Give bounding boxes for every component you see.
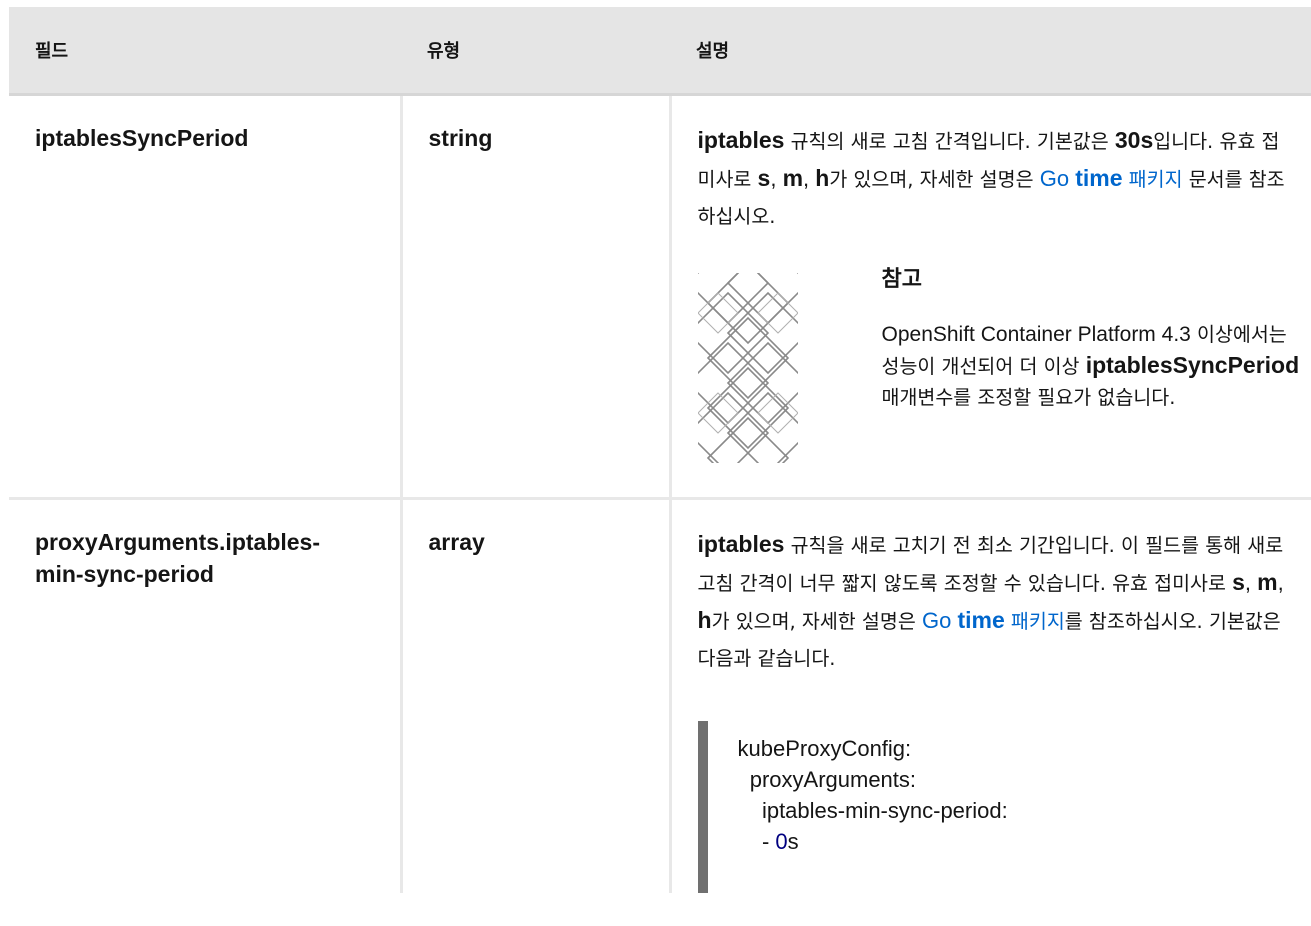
suffix-h: h <box>815 165 830 191</box>
type-name: array <box>428 529 485 555</box>
field-name-line: min-sync-period <box>35 561 214 587</box>
table-row: iptablesSyncPeriod string iptables 규칙의 새… <box>9 94 1311 500</box>
code-term: iptables <box>697 127 785 153</box>
table-header: 필드 유형 설명 <box>9 7 1311 96</box>
code-content[interactable]: kubeProxyConfig: proxyArguments: iptable… <box>738 733 1008 857</box>
default-value: 30s <box>1114 127 1154 153</box>
note-body: 참고 OpenShift Container Platform 4.3 이상에서… <box>882 265 1302 413</box>
description-text: iptables 규칙의 새로 고침 간격입니다. 기본값은 30s입니다. 유… <box>698 122 1292 235</box>
field-name: iptablesSyncPeriod <box>35 125 249 151</box>
separator: , <box>770 166 783 191</box>
code-line: iptables-min-sync-period: <box>737 798 1008 823</box>
document-page: 필드 유형 설명 iptablesSyncPeriod string iptab… <box>9 7 1311 926</box>
field-name: proxyArguments.iptables-min-sync-period <box>35 526 380 590</box>
note-title: 참고 <box>881 267 922 292</box>
link-text: 패키지 <box>1122 168 1183 191</box>
type-name: string <box>428 125 493 151</box>
note-pattern-icon <box>697 273 798 463</box>
parameters-table: 필드 유형 설명 iptablesSyncPeriod string iptab… <box>9 7 1311 893</box>
note-text: OpenShift Container Platform 4.3 이상에서는 성… <box>882 319 1302 413</box>
note-fragment: 매개변수를 조정할 필요가 없습니다. <box>881 386 1176 409</box>
field-name-line: proxyArguments.iptables- <box>35 529 320 555</box>
description-cell: iptables 규칙의 새로 고침 간격입니다. 기본값은 30s입니다. 유… <box>668 94 1311 500</box>
field-cell: iptablesSyncPeriod <box>9 94 401 500</box>
type-cell: string <box>399 94 670 500</box>
field-cell: proxyArguments.iptables-min-sync-period <box>9 499 401 894</box>
code-line: proxyArguments: <box>737 767 917 792</box>
link-text: Go <box>921 608 958 633</box>
separator: , <box>1244 570 1258 595</box>
code-term: iptables <box>697 531 785 557</box>
note-fragment: OpenShift Container Platform 4.3 <box>881 323 1191 346</box>
suffix-s: s <box>1232 569 1245 595</box>
link-text: 패키지 <box>1004 610 1065 633</box>
note-admonition: 참고 OpenShift Container Platform 4.3 이상에서… <box>697 265 1299 465</box>
go-time-package-link[interactable]: Go time 패키지 <box>1039 165 1183 191</box>
link-text-bold: time <box>957 607 1005 633</box>
code-block: kubeProxyConfig: proxyArguments: iptable… <box>697 721 1292 893</box>
suffix-m: m <box>782 165 804 191</box>
header-field: 필드 <box>9 7 401 96</box>
separator: , <box>1277 570 1284 595</box>
parameter-name: iptablesSyncPeriod <box>1085 352 1300 378</box>
description-text: iptables 규칙을 새로 고치기 전 최소 기간입니다. 이 필드를 통해… <box>698 526 1292 677</box>
description-cell: iptables 규칙을 새로 고치기 전 최소 기간입니다. 이 필드를 통해… <box>668 498 1311 893</box>
header-description: 설명 <box>670 7 1311 96</box>
description-fragment: 가 있으며, 자세한 설명은 <box>829 168 1040 191</box>
separator: , <box>803 166 816 191</box>
code-block-bar <box>697 721 708 893</box>
link-text-bold: time <box>1075 165 1123 191</box>
table-header-row: 필드 유형 설명 <box>9 7 1311 96</box>
table-row: proxyArguments.iptables-min-sync-period … <box>9 498 1311 894</box>
code-suffix: s <box>787 829 799 854</box>
go-time-package-link[interactable]: Go time 패키지 <box>921 607 1065 633</box>
description-fragment: 규칙을 새로 고치기 전 최소 기간입니다. 이 필드를 통해 새로 고침 간격… <box>697 534 1284 595</box>
header-type: 유형 <box>401 7 670 96</box>
suffix-h: h <box>697 607 712 633</box>
suffix-s: s <box>757 165 771 191</box>
suffix-m: m <box>1257 569 1278 595</box>
type-cell: array <box>399 498 670 893</box>
code-number: 0 <box>775 829 788 854</box>
link-text: Go <box>1039 166 1076 191</box>
description-fragment: 규칙의 새로 고침 간격입니다. 기본값은 <box>784 130 1115 153</box>
code-line: kubeProxyConfig: <box>737 736 912 761</box>
code-line: - <box>737 829 776 854</box>
description-fragment: 가 있으며, 자세한 설명은 <box>711 610 922 633</box>
